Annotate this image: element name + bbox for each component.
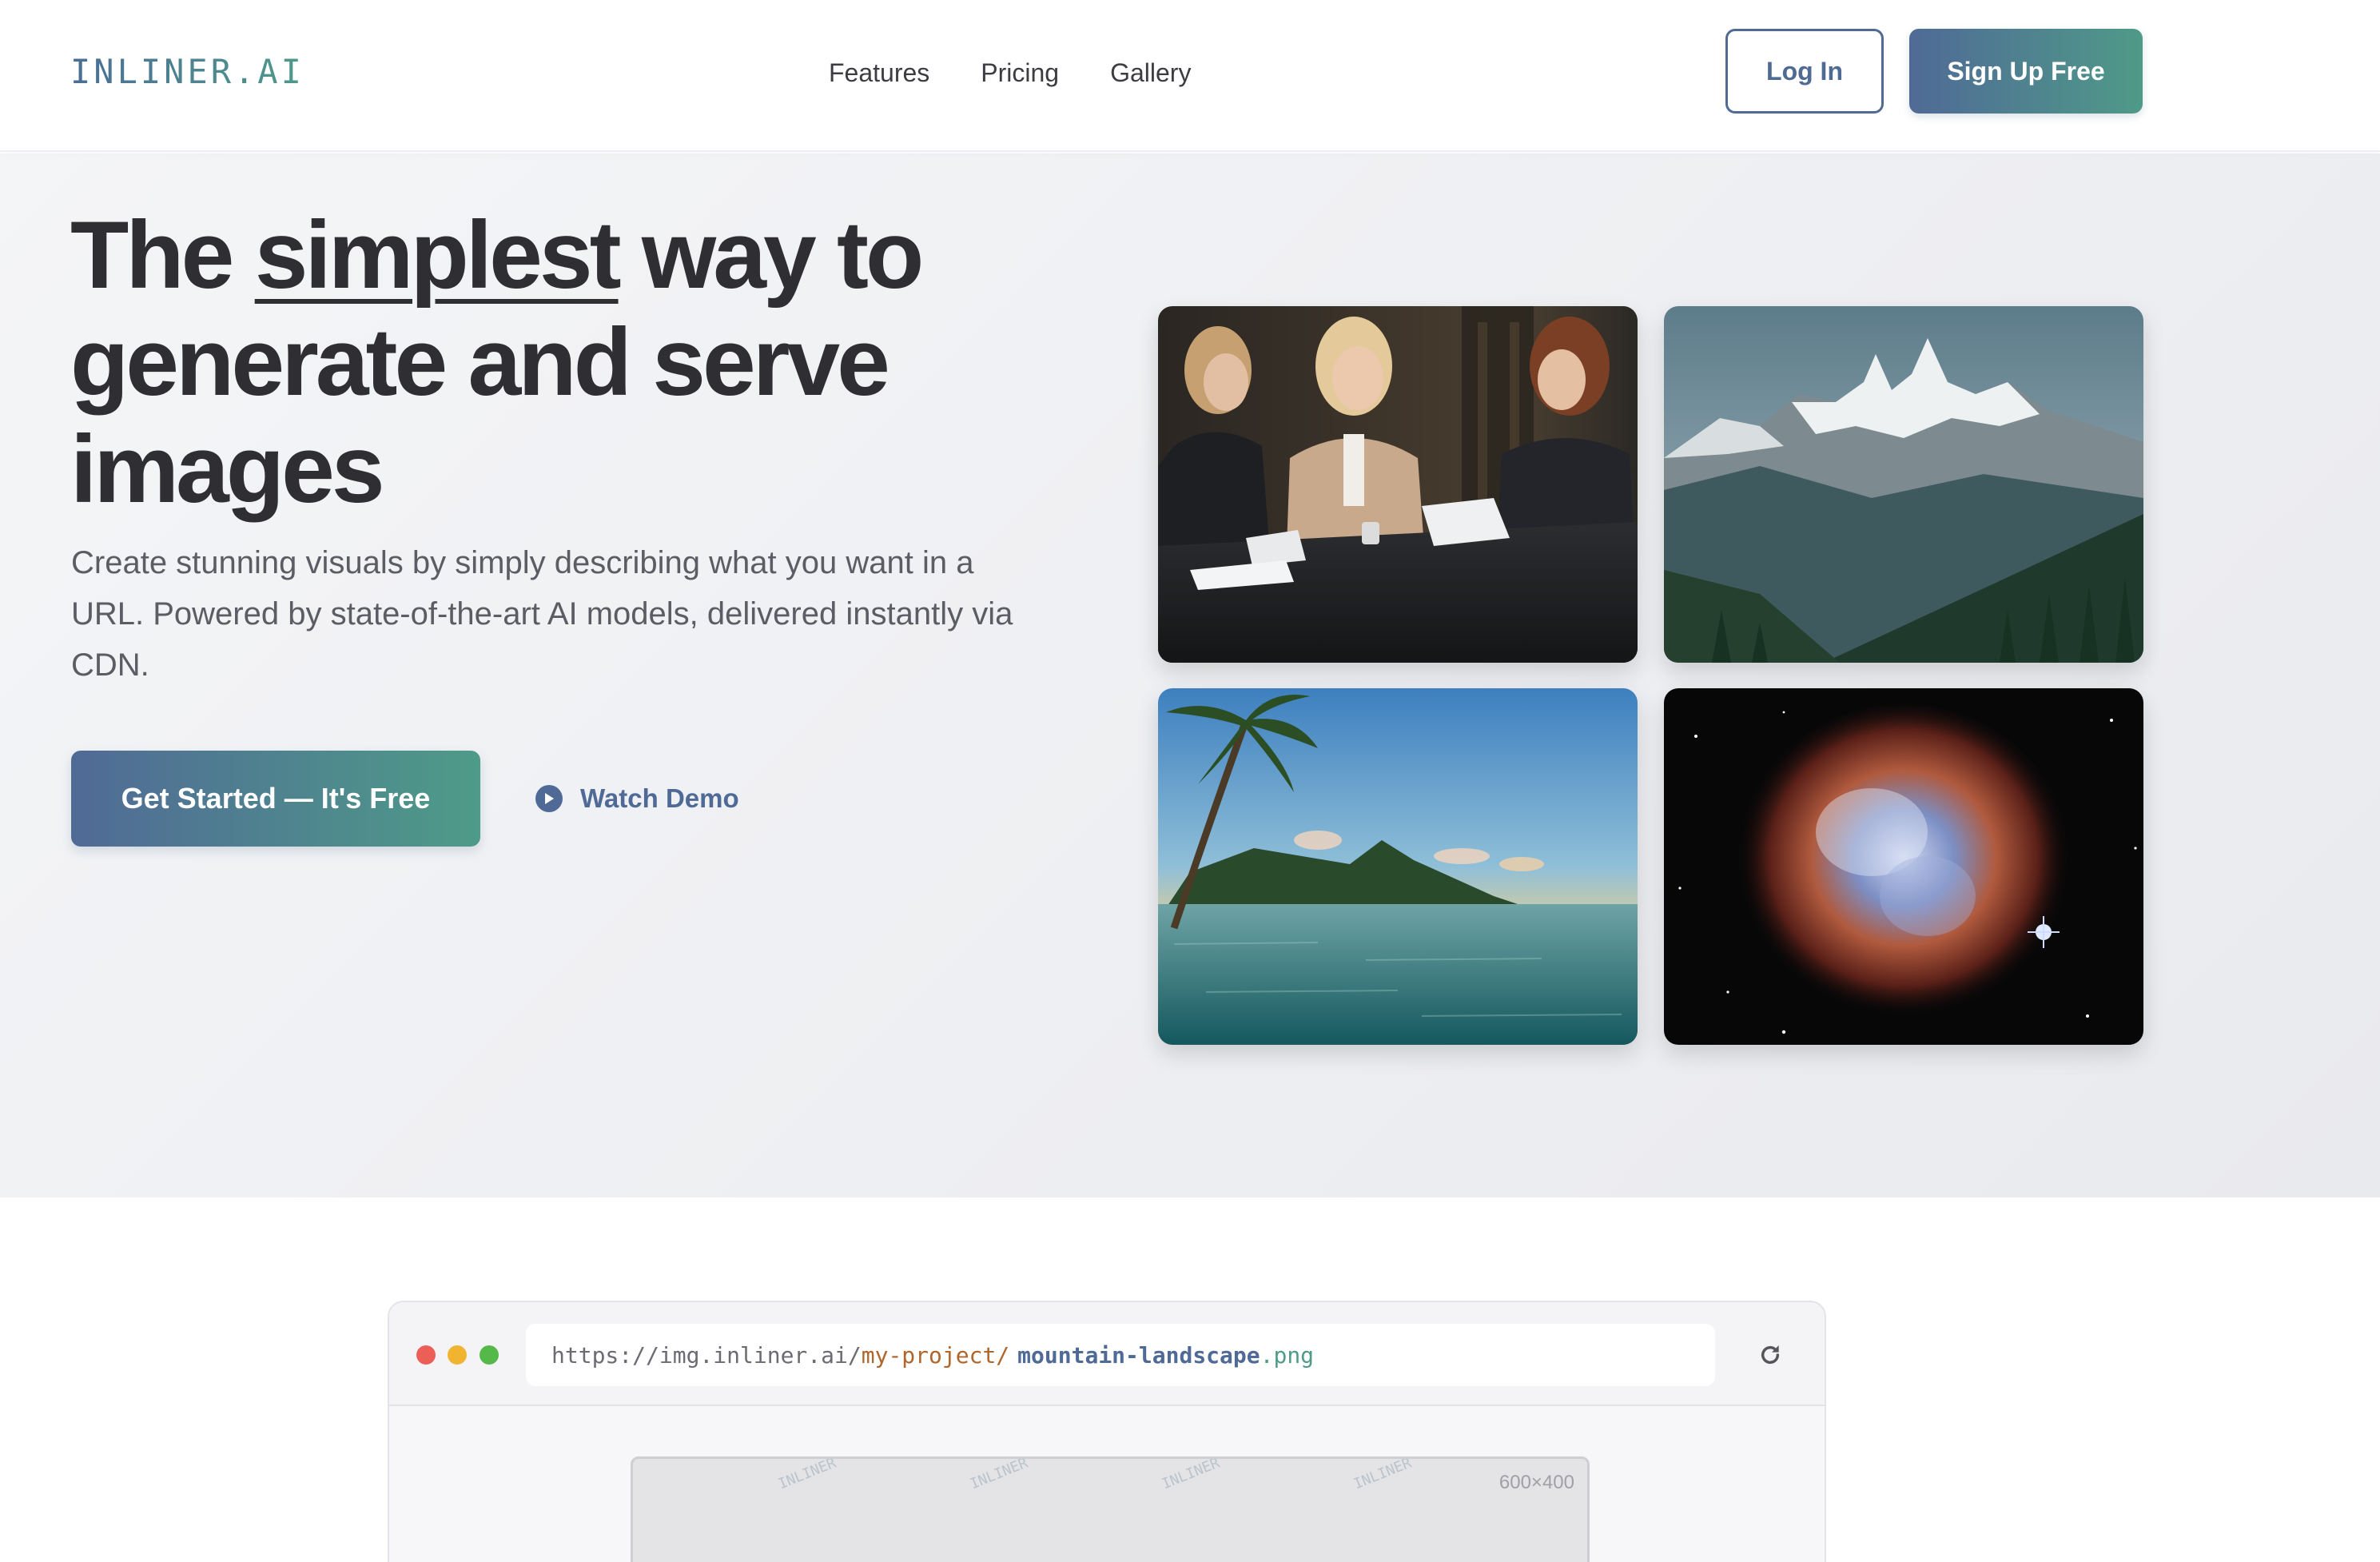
nav-link-gallery[interactable]: Gallery [1110,53,1191,93]
window-minimize-dot [448,1345,467,1365]
nav-links: Features Pricing Gallery [829,53,1191,93]
business-meeting-image [1158,306,1638,663]
image-dimensions-label: 600×400 [1498,1472,1574,1493]
window-maximize-dot [480,1345,499,1365]
watch-demo-button[interactable]: Watch Demo [535,779,739,819]
reload-icon[interactable] [1754,1339,1786,1371]
signup-button[interactable]: Sign Up Free [1909,29,2143,114]
browser-mockup: https://img.inliner.ai/ my-project/ moun… [388,1301,1826,1562]
image-preview: INLINER INLINER INLINER INLINER 600×400 [631,1456,1590,1562]
headline-text-start: The [70,201,255,309]
window-close-dot [416,1345,436,1365]
watermark-text: INLINER [775,1456,839,1493]
url-image-name: mountain-landscape [1017,1341,1260,1369]
nav-link-pricing[interactable]: Pricing [981,53,1059,93]
get-started-button[interactable]: Get Started — It's Free [71,751,480,847]
play-icon [535,785,563,812]
url-project: my-project/ [861,1341,1010,1369]
url-bar[interactable]: https://img.inliner.ai/ my-project/ moun… [526,1324,1715,1386]
watch-demo-label: Watch Demo [580,783,739,813]
url-base: https://img.inliner.ai/ [551,1341,862,1369]
hero-subtext: Create stunning visuals by simply descri… [71,545,1013,683]
nav-link-features[interactable]: Features [829,53,929,93]
watermark-text: INLINER [967,1456,1031,1493]
headline-emphasis: simplest [254,201,622,309]
brand-logo[interactable]: INLINER.AI [70,50,304,94]
watermark-text: INLINER [1159,1456,1223,1493]
top-navbar: INLINER.AI Features Pricing Gallery Log … [0,0,2380,152]
mountain-landscape-image [1664,306,2143,663]
tropical-beach-image [1158,688,1638,1045]
nebula-image [1664,688,2143,1045]
login-button[interactable]: Log In [1725,29,1884,114]
hero-headline: The simplest way to generate and serve i… [70,201,1109,523]
watermark-text: INLINER [1351,1456,1415,1493]
browser-toolbar: https://img.inliner.ai/ my-project/ moun… [389,1302,1825,1406]
url-extension: .png [1260,1341,1315,1369]
